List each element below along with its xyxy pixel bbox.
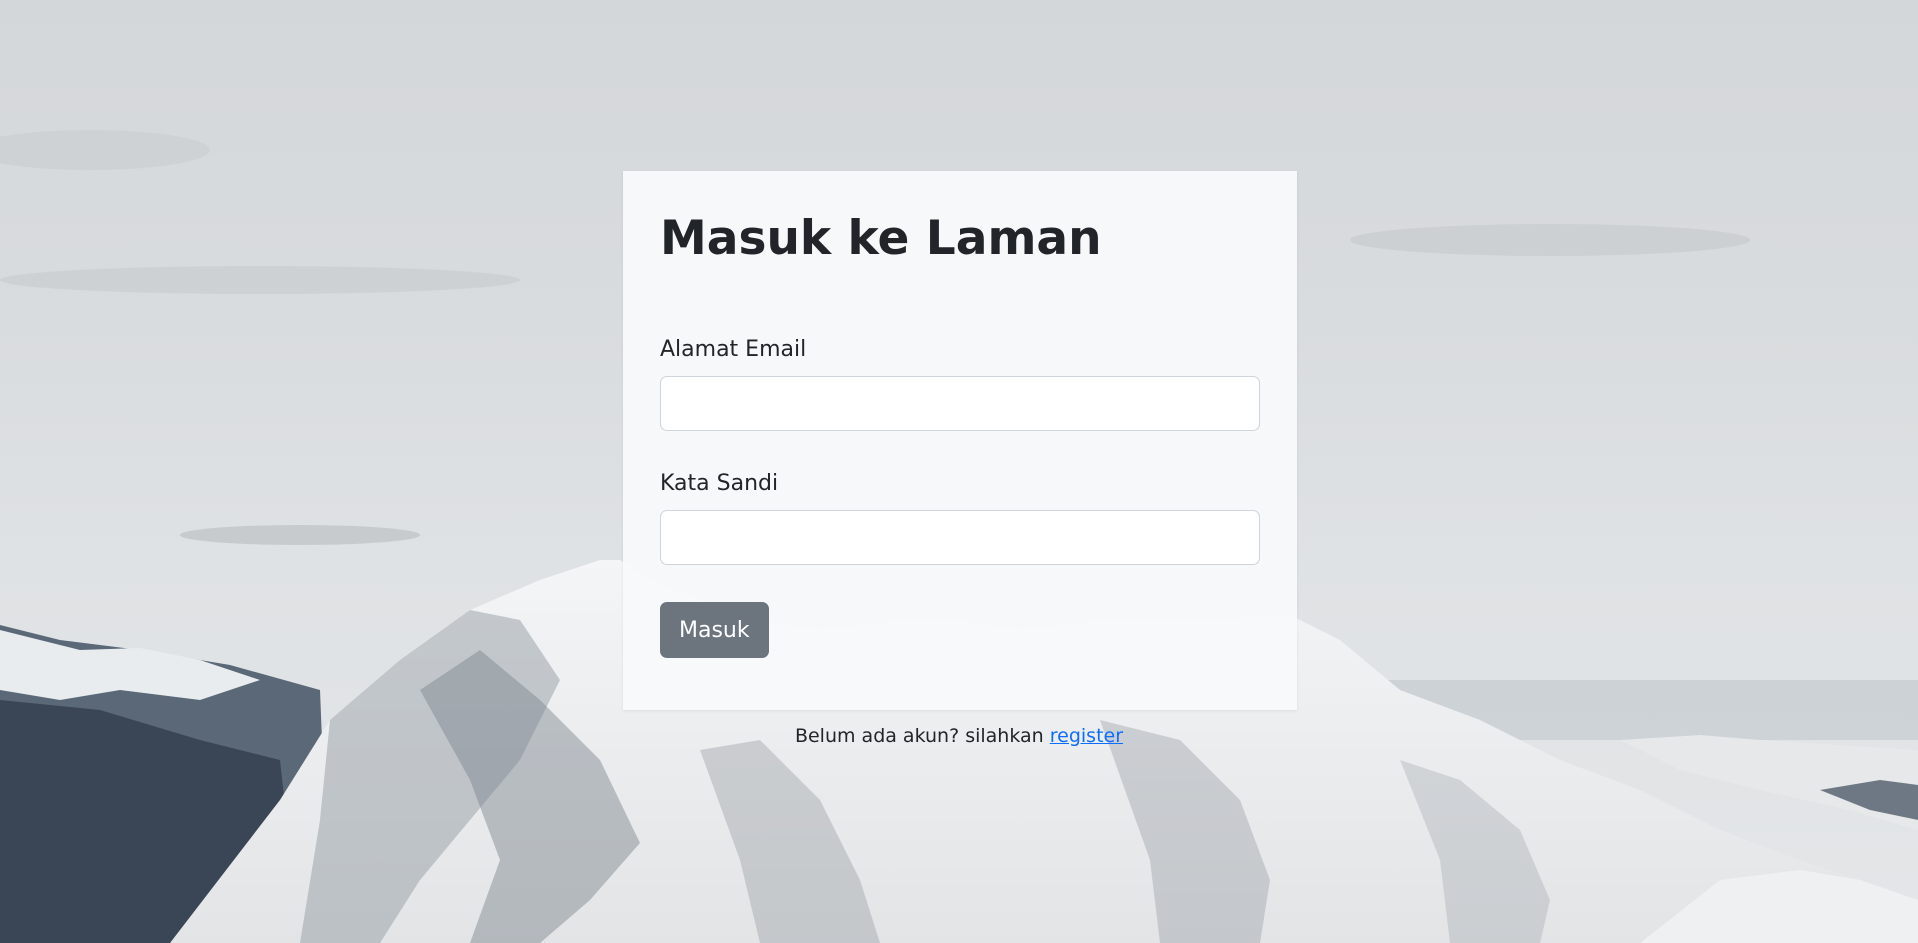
- login-card: Masuk ke Laman Alamat Email Kata Sandi M…: [623, 171, 1297, 710]
- email-label: Alamat Email: [660, 337, 807, 363]
- password-label: Kata Sandi: [660, 471, 779, 497]
- page-title: Masuk ke Laman: [660, 211, 1102, 266]
- register-prompt: Belum ada akun? silahkan register: [0, 725, 1918, 747]
- email-field[interactable]: [660, 376, 1260, 432]
- register-link[interactable]: register: [1050, 725, 1123, 747]
- register-prompt-text: Belum ada akun? silahkan: [794, 725, 1050, 747]
- login-button[interactable]: Masuk: [660, 602, 769, 659]
- password-field[interactable]: [660, 510, 1260, 566]
